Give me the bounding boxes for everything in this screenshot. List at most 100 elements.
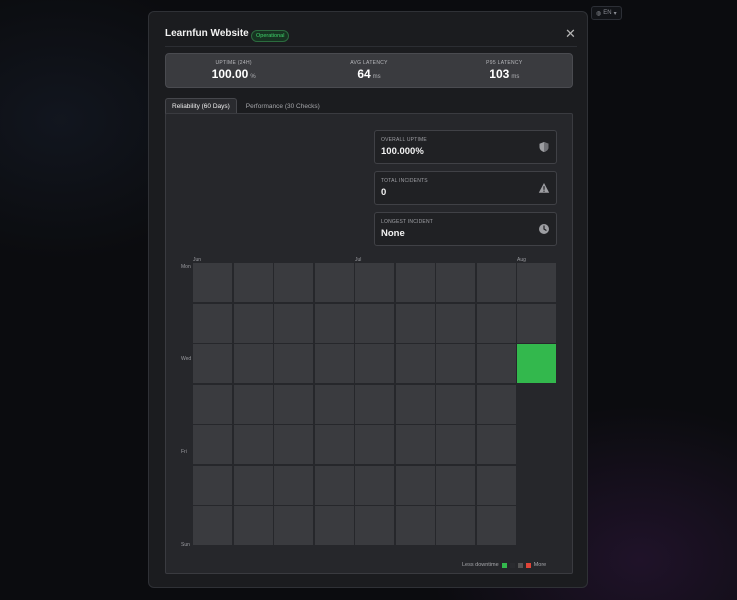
heatmap-cell[interactable] (274, 425, 313, 464)
stat-label: AVG LATENCY (350, 60, 388, 66)
legend-less-label: Less downtime (462, 562, 499, 568)
heatmap-cell[interactable] (314, 303, 354, 343)
reliability-panel: OVERALL UPTIME 100.000% TOTAL INCIDENTS … (165, 113, 573, 574)
card-total-incidents: TOTAL INCIDENTS 0 (374, 171, 557, 205)
heatmap-cell[interactable] (274, 303, 313, 343)
heatmap-cell[interactable] (193, 506, 232, 545)
heatmap-cell[interactable] (476, 425, 516, 464)
tab-reliability[interactable]: Reliability (60 Days) (165, 98, 237, 114)
heatmap-cell[interactable] (436, 384, 475, 424)
stat-value: 64 ms (357, 67, 381, 81)
heatmap-cell[interactable] (355, 384, 394, 424)
heatmap-cell[interactable] (436, 263, 475, 302)
legend-swatch-good (501, 562, 507, 568)
card-label: TOTAL INCIDENTS (381, 178, 428, 184)
heatmap-cell[interactable] (517, 344, 556, 383)
modal-title: Learnfun Website (165, 28, 249, 39)
heatmap-cell[interactable] (193, 384, 232, 424)
clock-icon (539, 224, 549, 234)
stat-p95-latency: P95 LATENCY 103 ms (437, 54, 572, 87)
stat-value: 103 ms (489, 67, 520, 81)
heatmap-cell[interactable] (395, 384, 435, 424)
heatmap-cell[interactable] (476, 303, 516, 343)
card-label: LONGEST INCIDENT (381, 219, 434, 225)
heatmap-cell[interactable] (395, 303, 435, 343)
heatmap-cell[interactable] (193, 344, 232, 383)
heatmap-cell[interactable] (355, 344, 394, 383)
heatmap-cell[interactable] (355, 465, 394, 505)
heatmap-cell[interactable] (193, 303, 232, 343)
heatmap-cell[interactable] (355, 506, 394, 545)
heatmap-cell[interactable] (314, 384, 354, 424)
legend-swatch-mid (517, 562, 523, 568)
heatmap-cell[interactable] (395, 465, 435, 505)
heatmap-cell[interactable] (476, 465, 516, 505)
card-value: 0 (381, 187, 387, 198)
heatmap-cell[interactable] (517, 263, 556, 302)
monitor-details-modal: Learnfun Website Operational ✕ UPTIME (2… (148, 11, 588, 588)
heatmap-cell[interactable] (274, 263, 313, 302)
heatmap-cell[interactable] (314, 344, 354, 383)
heatmap-cell[interactable] (395, 506, 435, 545)
heatmap-cell[interactable] (233, 506, 273, 545)
heatmap-cell[interactable] (355, 263, 394, 302)
heatmap-cell[interactable] (233, 384, 273, 424)
legend-swatch-bad (525, 562, 531, 568)
heatmap-cell[interactable] (355, 303, 394, 343)
heatmap-cell[interactable] (233, 425, 273, 464)
tab-bar: Reliability (60 Days) Performance (30 Ch… (165, 98, 327, 114)
stat-label: UPTIME (24H) (215, 60, 252, 66)
heatmap-cell[interactable] (314, 465, 354, 505)
heatmap-cell[interactable] (314, 425, 354, 464)
heatmap-cell[interactable] (395, 263, 435, 302)
heatmap-cell[interactable] (274, 384, 313, 424)
day-label-sun: Sun (181, 542, 190, 548)
legend-swatch-empty (509, 562, 515, 568)
heatmap-legend: Less downtime More (462, 562, 546, 568)
heatmap-cell[interactable] (476, 263, 516, 302)
heatmap-cell[interactable] (233, 303, 273, 343)
stat-label: P95 LATENCY (486, 60, 523, 66)
close-icon[interactable]: ✕ (565, 27, 576, 40)
heatmap-cell[interactable] (274, 344, 313, 383)
card-value: 100.000% (381, 146, 424, 157)
language-selector[interactable]: ◍ EN ▾ (591, 6, 622, 20)
legend-more-label: More (533, 562, 547, 568)
heatmap-cell[interactable] (274, 465, 313, 505)
heatmap-cell[interactable] (476, 344, 516, 383)
status-badge: Operational (251, 30, 290, 42)
heatmap-cell[interactable] (193, 425, 232, 464)
card-longest-incident: LONGEST INCIDENT None (374, 212, 557, 246)
header-divider (165, 46, 577, 47)
heatmap-cell[interactable] (395, 425, 435, 464)
stat-avg-latency: AVG LATENCY 64 ms (301, 54, 436, 87)
day-label-mon: Mon (181, 264, 191, 270)
heatmap-cell[interactable] (436, 506, 475, 545)
heatmap-cell[interactable] (355, 425, 394, 464)
tab-performance[interactable]: Performance (30 Checks) (239, 98, 327, 114)
heatmap-cell[interactable] (193, 263, 232, 302)
language-label: EN (603, 10, 612, 16)
heatmap-cell[interactable] (233, 263, 273, 302)
heatmap-cell[interactable] (476, 506, 516, 545)
heatmap-cell[interactable] (193, 465, 232, 505)
card-value: None (381, 228, 405, 239)
heatmap-cell[interactable] (436, 465, 475, 505)
globe-icon: ◍ (596, 10, 602, 17)
heatmap-cell[interactable] (436, 425, 475, 464)
heatmap-cell[interactable] (233, 344, 273, 383)
heatmap-cell[interactable] (274, 506, 313, 545)
heatmap-cell[interactable] (517, 303, 556, 343)
heatmap-cell[interactable] (436, 303, 475, 343)
stat-value: 100.00% (211, 67, 256, 81)
day-label-fri: Fri (181, 449, 187, 455)
heatmap-cell[interactable] (476, 384, 516, 424)
card-overall-uptime: OVERALL UPTIME 100.000% (374, 130, 557, 164)
heatmap-cell[interactable] (395, 344, 435, 383)
shield-icon (539, 142, 549, 152)
heatmap-cell[interactable] (436, 344, 475, 383)
heatmap-cell[interactable] (314, 263, 354, 302)
warning-icon (538, 183, 550, 193)
heatmap-cell[interactable] (314, 506, 354, 545)
heatmap-cell[interactable] (233, 465, 273, 505)
